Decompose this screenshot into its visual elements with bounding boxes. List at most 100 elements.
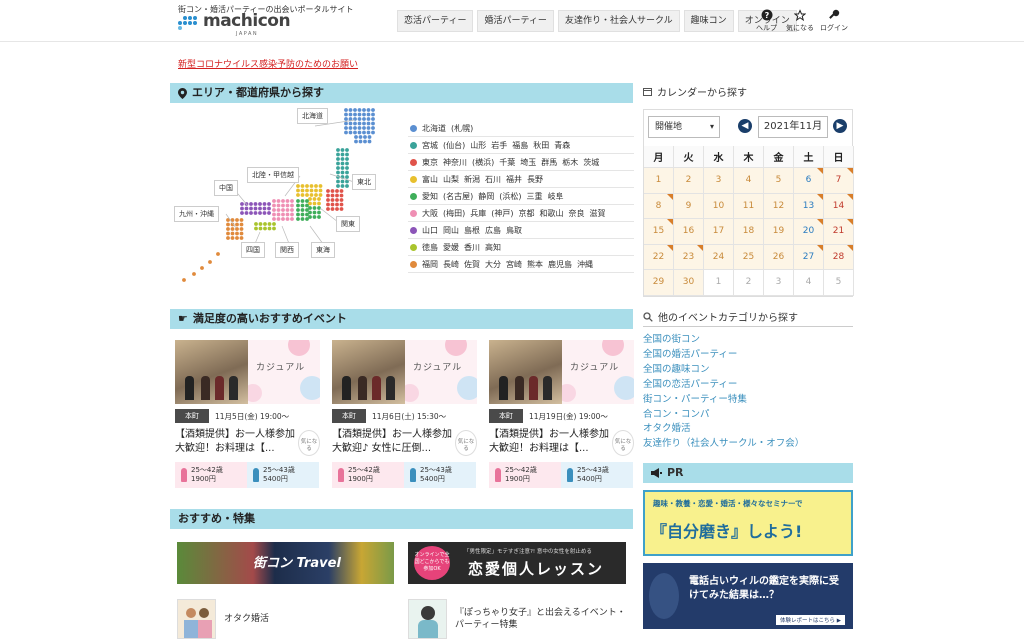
category-link-otaku[interactable]: オタク婚活 bbox=[643, 422, 804, 437]
prefecture-link[interactable]: (札幌) bbox=[451, 123, 473, 134]
prefecture-link[interactable]: 福岡 bbox=[422, 259, 438, 270]
calendar-day[interactable]: 19 bbox=[764, 219, 794, 245]
area-select[interactable]: 開催地 bbox=[648, 116, 720, 138]
help-link[interactable]: ? ヘルプ bbox=[756, 9, 777, 33]
calendar-day[interactable]: 5 bbox=[764, 168, 794, 194]
otaku-konkatsu-link[interactable]: オタク婚活 bbox=[177, 599, 269, 639]
calendar-day[interactable]: 20 bbox=[794, 219, 824, 245]
prefecture-link[interactable]: 新潟 bbox=[464, 174, 480, 185]
calendar-day[interactable]: 13 bbox=[794, 193, 824, 219]
prefecture-link[interactable]: 茨城 bbox=[583, 157, 599, 168]
event-card[interactable]: カジュアル 本町 11月6日(土) 15:30〜 【酒類提供】お一人様参加大歓迎… bbox=[332, 340, 477, 488]
prefecture-link[interactable]: (名古屋) bbox=[443, 191, 473, 202]
calendar-day[interactable]: 15 bbox=[644, 219, 674, 245]
category-link-konkatsu[interactable]: 全国の婚活パーティー bbox=[643, 348, 804, 363]
covid-notice-link[interactable]: 新型コロナウイルス感染予防のためのお願い bbox=[178, 57, 358, 70]
calendar-day[interactable]: 22 bbox=[644, 244, 674, 270]
calendar-day[interactable]: 28 bbox=[824, 244, 854, 270]
pr-uranai-button[interactable]: 体験レポートはこちら ▶ bbox=[776, 615, 845, 625]
calendar-day[interactable]: 30 bbox=[674, 270, 704, 296]
prefecture-link[interactable]: 岐阜 bbox=[548, 191, 564, 202]
favorite-link[interactable]: 気になる bbox=[786, 8, 814, 33]
prefecture-link[interactable]: 佐賀 bbox=[464, 259, 480, 270]
category-link-goukon[interactable]: 合コン・コンパ bbox=[643, 408, 804, 423]
calendar-day[interactable]: 16 bbox=[674, 219, 704, 245]
prefecture-link[interactable]: 長野 bbox=[527, 174, 543, 185]
map-label-kanto[interactable]: 関東 bbox=[336, 216, 360, 232]
calendar-day[interactable]: 27 bbox=[794, 244, 824, 270]
calendar-day[interactable]: 12 bbox=[764, 193, 794, 219]
japan-map[interactable]: 北海道 東北 北陸・甲信越 中国 九州・沖縄 四国 関西 東海 関東 bbox=[170, 104, 402, 294]
prefecture-link[interactable]: 和歌山 bbox=[540, 208, 564, 219]
prefecture-link[interactable]: 沖縄 bbox=[577, 259, 593, 270]
travel-banner[interactable]: 街コン Travel bbox=[177, 542, 394, 584]
prefecture-link[interactable]: 兵庫 bbox=[470, 208, 486, 219]
prefecture-link[interactable]: 石川 bbox=[485, 174, 501, 185]
prefecture-link[interactable]: 滋賀 bbox=[590, 208, 606, 219]
map-label-hokkaido[interactable]: 北海道 bbox=[297, 108, 328, 124]
prefecture-link[interactable]: 香川 bbox=[464, 242, 480, 253]
category-link-koikatsu[interactable]: 全国の恋活パーティー bbox=[643, 378, 804, 393]
calendar-day[interactable]: 2 bbox=[674, 168, 704, 194]
prefecture-link[interactable]: 広島 bbox=[485, 225, 501, 236]
calendar-day[interactable]: 9 bbox=[674, 193, 704, 219]
event-card[interactable]: カジュアル 本町 11月19日(金) 19:00〜 【酒類提供】お一人様参加大歓… bbox=[489, 340, 634, 488]
favorite-button[interactable]: 気になる bbox=[298, 430, 320, 456]
prefecture-link[interactable]: 青森 bbox=[554, 140, 570, 151]
prefecture-link[interactable]: 千葉 bbox=[499, 157, 515, 168]
map-label-tohoku[interactable]: 東北 bbox=[352, 174, 376, 190]
category-link-friends[interactable]: 友達作り（社会人サークル・オフ会） bbox=[643, 437, 804, 452]
prefecture-link[interactable]: (神戸) bbox=[491, 208, 513, 219]
favorite-button[interactable]: 気になる bbox=[612, 430, 634, 456]
calendar-day[interactable]: 11 bbox=[734, 193, 764, 219]
nav-koikatsu[interactable]: 恋活パーティー bbox=[397, 10, 474, 32]
prefecture-link[interactable]: 大分 bbox=[485, 259, 501, 270]
calendar-day[interactable]: 25 bbox=[734, 244, 764, 270]
calendar-day[interactable]: 4 bbox=[734, 168, 764, 194]
prefecture-link[interactable]: 愛媛 bbox=[443, 242, 459, 253]
prefecture-link[interactable]: (浜松) bbox=[499, 191, 521, 202]
prefecture-link[interactable]: 岡山 bbox=[443, 225, 459, 236]
calendar-day[interactable]: 18 bbox=[734, 219, 764, 245]
favorite-button[interactable]: 気になる bbox=[455, 430, 477, 456]
prefecture-link[interactable]: 宮崎 bbox=[506, 259, 522, 270]
map-label-hokuriku[interactable]: 北陸・甲信越 bbox=[247, 167, 299, 183]
prev-month-button[interactable]: ◀ bbox=[738, 119, 752, 133]
calendar-day[interactable]: 24 bbox=[704, 244, 734, 270]
event-title[interactable]: 【酒類提供】お一人様参加大歓迎！お料理は【... bbox=[489, 429, 609, 454]
prefecture-link[interactable]: 熊本 bbox=[527, 259, 543, 270]
prefecture-link[interactable]: 鹿児島 bbox=[548, 259, 572, 270]
category-link-feature[interactable]: 街コン・パーティー特集 bbox=[643, 393, 804, 408]
prefecture-link[interactable]: 北海道 bbox=[422, 123, 446, 134]
prefecture-link[interactable]: 富山 bbox=[422, 174, 438, 185]
calendar-day[interactable]: 21 bbox=[824, 219, 854, 245]
calendar-day[interactable]: 10 bbox=[704, 193, 734, 219]
calendar-day[interactable]: 1 bbox=[644, 168, 674, 194]
prefecture-link[interactable]: 徳島 bbox=[422, 242, 438, 253]
calendar-day[interactable]: 3 bbox=[704, 168, 734, 194]
prefecture-link[interactable]: 栃木 bbox=[562, 157, 578, 168]
prefecture-link[interactable]: 京都 bbox=[519, 208, 535, 219]
nav-friends[interactable]: 友達作り・社会人サークル bbox=[557, 10, 680, 32]
prefecture-link[interactable]: 秋田 bbox=[533, 140, 549, 151]
category-link-hobby[interactable]: 全国の趣味コン bbox=[643, 363, 804, 378]
prefecture-link[interactable]: 福島 bbox=[512, 140, 528, 151]
calendar-day[interactable]: 8 bbox=[644, 193, 674, 219]
prefecture-link[interactable]: 長崎 bbox=[443, 259, 459, 270]
pr-seminar-banner[interactable]: 趣味・教養・恋愛・婚活・様々なセミナーで 『自分磨き』しよう! bbox=[643, 490, 853, 556]
prefecture-link[interactable]: 群馬 bbox=[541, 157, 557, 168]
map-label-shikoku[interactable]: 四国 bbox=[241, 242, 265, 258]
pocchari-feature-link[interactable]: 『ぽっちゃり女子』と出会えるイベント・パーティー特集 bbox=[408, 599, 628, 639]
prefecture-link[interactable]: 神奈川 bbox=[443, 157, 467, 168]
prefecture-link[interactable]: 高知 bbox=[485, 242, 501, 253]
nav-hobby[interactable]: 趣味コン bbox=[683, 10, 734, 32]
next-month-button[interactable]: ▶ bbox=[833, 119, 847, 133]
prefecture-link[interactable]: 山口 bbox=[422, 225, 438, 236]
event-title[interactable]: 【酒類提供】お一人様参加大歓迎！お料理は【... bbox=[175, 429, 295, 454]
prefecture-link[interactable]: 宮城 bbox=[422, 140, 438, 151]
calendar-day[interactable]: 14 bbox=[824, 193, 854, 219]
calendar-day[interactable]: 7 bbox=[824, 168, 854, 194]
prefecture-link[interactable]: 静岡 bbox=[478, 191, 494, 202]
prefecture-link[interactable]: (梅田) bbox=[443, 208, 465, 219]
prefecture-link[interactable]: 岩手 bbox=[491, 140, 507, 151]
